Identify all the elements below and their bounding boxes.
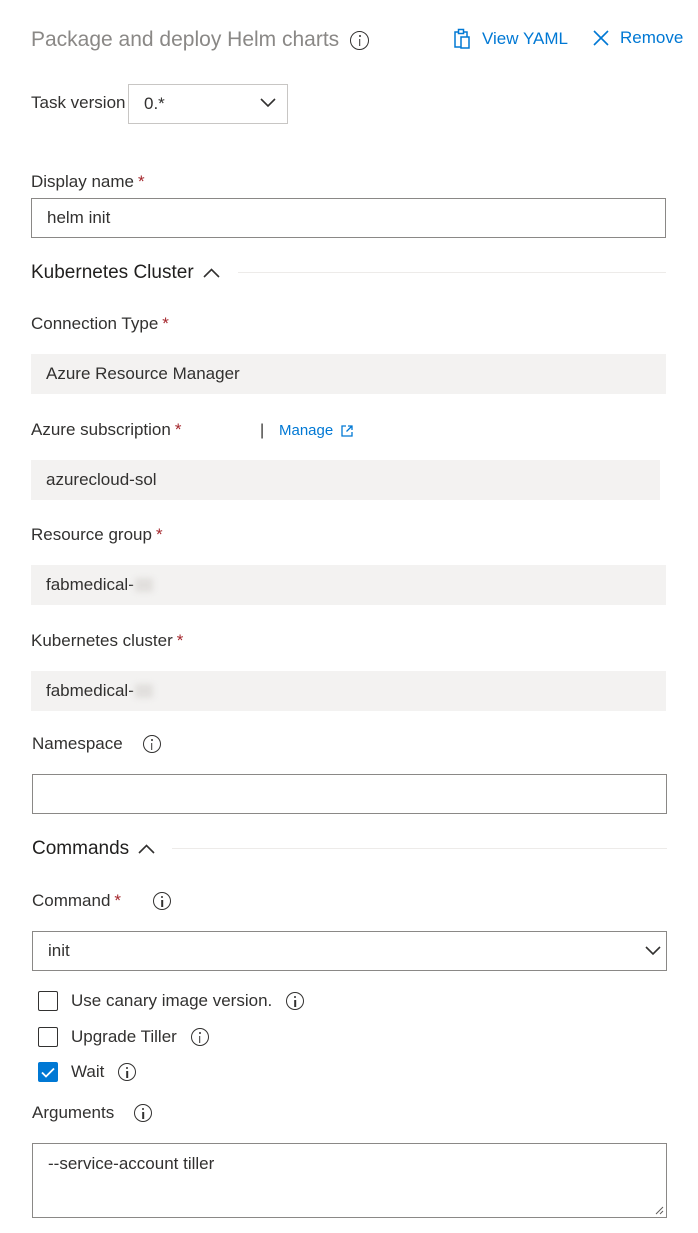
command-label-text: Command bbox=[32, 891, 111, 910]
connection-type-value: Azure Resource Manager bbox=[46, 364, 240, 383]
connection-type-label-text: Connection Type bbox=[31, 314, 159, 333]
info-icon[interactable] bbox=[134, 1104, 153, 1122]
azure-subscription-value: azurecloud-sol bbox=[46, 470, 157, 489]
azure-subscription-field[interactable]: azurecloud-sol bbox=[31, 460, 660, 500]
upgrade-tiller-checkbox[interactable] bbox=[38, 1027, 58, 1047]
info-icon[interactable] bbox=[153, 892, 172, 910]
azure-subscription-label-text: Azure subscription bbox=[31, 420, 171, 439]
azure-subscription-label: Azure subscription * bbox=[31, 420, 181, 440]
command-dropdown[interactable]: init bbox=[32, 931, 667, 971]
task-version-label: Task version bbox=[31, 93, 126, 112]
view-yaml-label: View YAML bbox=[482, 28, 568, 48]
display-name-label-text: Display name bbox=[31, 172, 134, 191]
info-icon[interactable] bbox=[190, 1028, 209, 1046]
kubernetes-cluster-section-toggle[interactable]: Kubernetes Cluster bbox=[31, 262, 220, 284]
arguments-textarea[interactable]: --service-account tiller bbox=[32, 1143, 667, 1218]
remove-button[interactable]: Remove bbox=[592, 28, 683, 48]
commands-section-toggle[interactable]: Commands bbox=[32, 838, 155, 860]
arguments-value: --service-account tiller bbox=[48, 1154, 215, 1173]
close-icon bbox=[593, 30, 609, 46]
display-name-value: helm init bbox=[47, 208, 111, 227]
arguments-label-text: Arguments bbox=[32, 1103, 115, 1122]
section-divider bbox=[172, 848, 667, 849]
command-value: init bbox=[48, 941, 70, 960]
connection-type-field[interactable]: Azure Resource Manager bbox=[31, 354, 666, 394]
canary-image-checkbox[interactable] bbox=[38, 991, 58, 1011]
manage-link[interactable]: Manage bbox=[279, 422, 353, 439]
required-marker: * bbox=[176, 631, 184, 650]
task-title: Package and deploy Helm charts bbox=[31, 28, 370, 52]
section-divider bbox=[238, 272, 666, 273]
resize-handle-icon[interactable] bbox=[655, 1206, 664, 1215]
info-icon[interactable] bbox=[286, 992, 305, 1010]
upgrade-tiller-label: Upgrade Tiller bbox=[71, 1027, 177, 1046]
checkmark-icon bbox=[41, 1067, 55, 1078]
info-icon[interactable] bbox=[142, 735, 161, 753]
wait-option[interactable]: Wait bbox=[38, 1062, 137, 1082]
resource-group-label-text: Resource group bbox=[31, 525, 152, 544]
kubernetes-cluster-label-text: Kubernetes cluster bbox=[31, 631, 173, 650]
command-label: Command * bbox=[32, 891, 172, 911]
clipboard-icon bbox=[454, 28, 470, 49]
resource-group-value: fabmedical- bbox=[46, 575, 134, 594]
connection-type-label: Connection Type * bbox=[31, 314, 169, 334]
namespace-label-text: Namespace bbox=[32, 734, 123, 753]
task-version-value: 0.* bbox=[144, 94, 165, 113]
view-yaml-button[interactable]: View YAML bbox=[452, 28, 568, 49]
arguments-label: Arguments bbox=[32, 1103, 153, 1123]
chevron-up-icon bbox=[138, 844, 155, 854]
task-title-text: Package and deploy Helm charts bbox=[31, 28, 340, 51]
external-link-icon bbox=[341, 424, 353, 437]
chevron-down-icon bbox=[260, 98, 276, 108]
wait-label: Wait bbox=[71, 1062, 105, 1081]
redacted-text bbox=[134, 684, 153, 698]
section-title: Kubernetes Cluster bbox=[31, 262, 194, 283]
kubernetes-cluster-value: fabmedical- bbox=[46, 681, 134, 700]
info-icon[interactable] bbox=[118, 1063, 137, 1081]
canary-image-label: Use canary image version. bbox=[71, 991, 273, 1010]
resource-group-label: Resource group * bbox=[31, 525, 163, 545]
info-icon[interactable] bbox=[350, 30, 370, 50]
required-marker: * bbox=[155, 525, 163, 544]
display-name-input[interactable]: helm init bbox=[31, 198, 666, 238]
resource-group-field[interactable]: fabmedical- bbox=[31, 565, 666, 605]
kubernetes-cluster-field[interactable]: fabmedical- bbox=[31, 671, 666, 711]
canary-image-option[interactable]: Use canary image version. bbox=[38, 991, 305, 1011]
required-marker: * bbox=[162, 314, 169, 333]
manage-label: Manage bbox=[279, 422, 334, 439]
section-title: Commands bbox=[32, 838, 130, 859]
kubernetes-cluster-label: Kubernetes cluster * bbox=[31, 631, 183, 651]
namespace-input[interactable] bbox=[32, 774, 667, 814]
separator: | bbox=[260, 422, 265, 439]
display-name-label: Display name * bbox=[31, 172, 145, 192]
redacted-text bbox=[134, 578, 153, 592]
remove-label: Remove bbox=[620, 28, 684, 47]
required-marker: * bbox=[114, 891, 122, 910]
required-marker: * bbox=[138, 172, 145, 191]
namespace-label: Namespace bbox=[32, 734, 161, 754]
upgrade-tiller-option[interactable]: Upgrade Tiller bbox=[38, 1027, 209, 1047]
required-marker: * bbox=[174, 420, 182, 439]
chevron-down-icon bbox=[645, 946, 661, 956]
task-version-dropdown[interactable]: 0.* bbox=[128, 84, 288, 124]
wait-checkbox[interactable] bbox=[38, 1062, 58, 1082]
chevron-up-icon bbox=[203, 268, 220, 278]
